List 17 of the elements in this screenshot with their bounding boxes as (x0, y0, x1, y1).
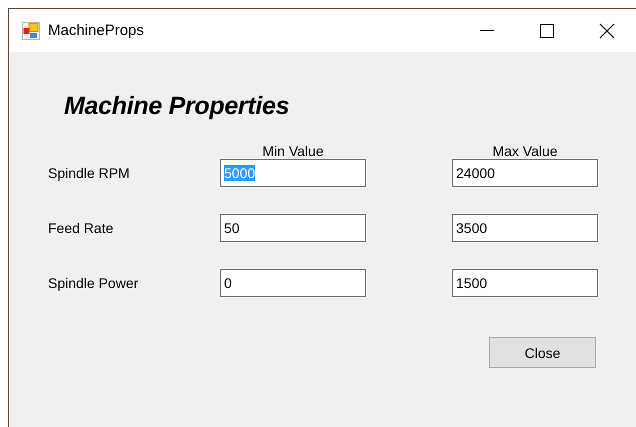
input-field[interactable]: 50 (220, 214, 366, 242)
input-field[interactable]: 3500 (452, 214, 598, 242)
field-label: Spindle RPM (48, 165, 130, 181)
close-icon[interactable] (599, 22, 615, 38)
app-icon (22, 22, 40, 40)
maximize-icon[interactable] (540, 24, 554, 38)
field-label: Feed Rate (48, 220, 114, 236)
minimize-icon[interactable] (480, 30, 494, 32)
input-field[interactable]: 0 (220, 269, 366, 297)
input-field[interactable]: 1500 (452, 269, 598, 297)
form-heading: Machine Properties (64, 92, 290, 121)
window-title: MachineProps (48, 22, 145, 39)
input-field[interactable]: 24000 (452, 159, 598, 187)
column-header: Min Value (262, 143, 324, 159)
field-label: Spindle Power (48, 275, 138, 291)
close-button[interactable]: Close (489, 337, 596, 368)
column-header: Max Value (492, 143, 558, 159)
